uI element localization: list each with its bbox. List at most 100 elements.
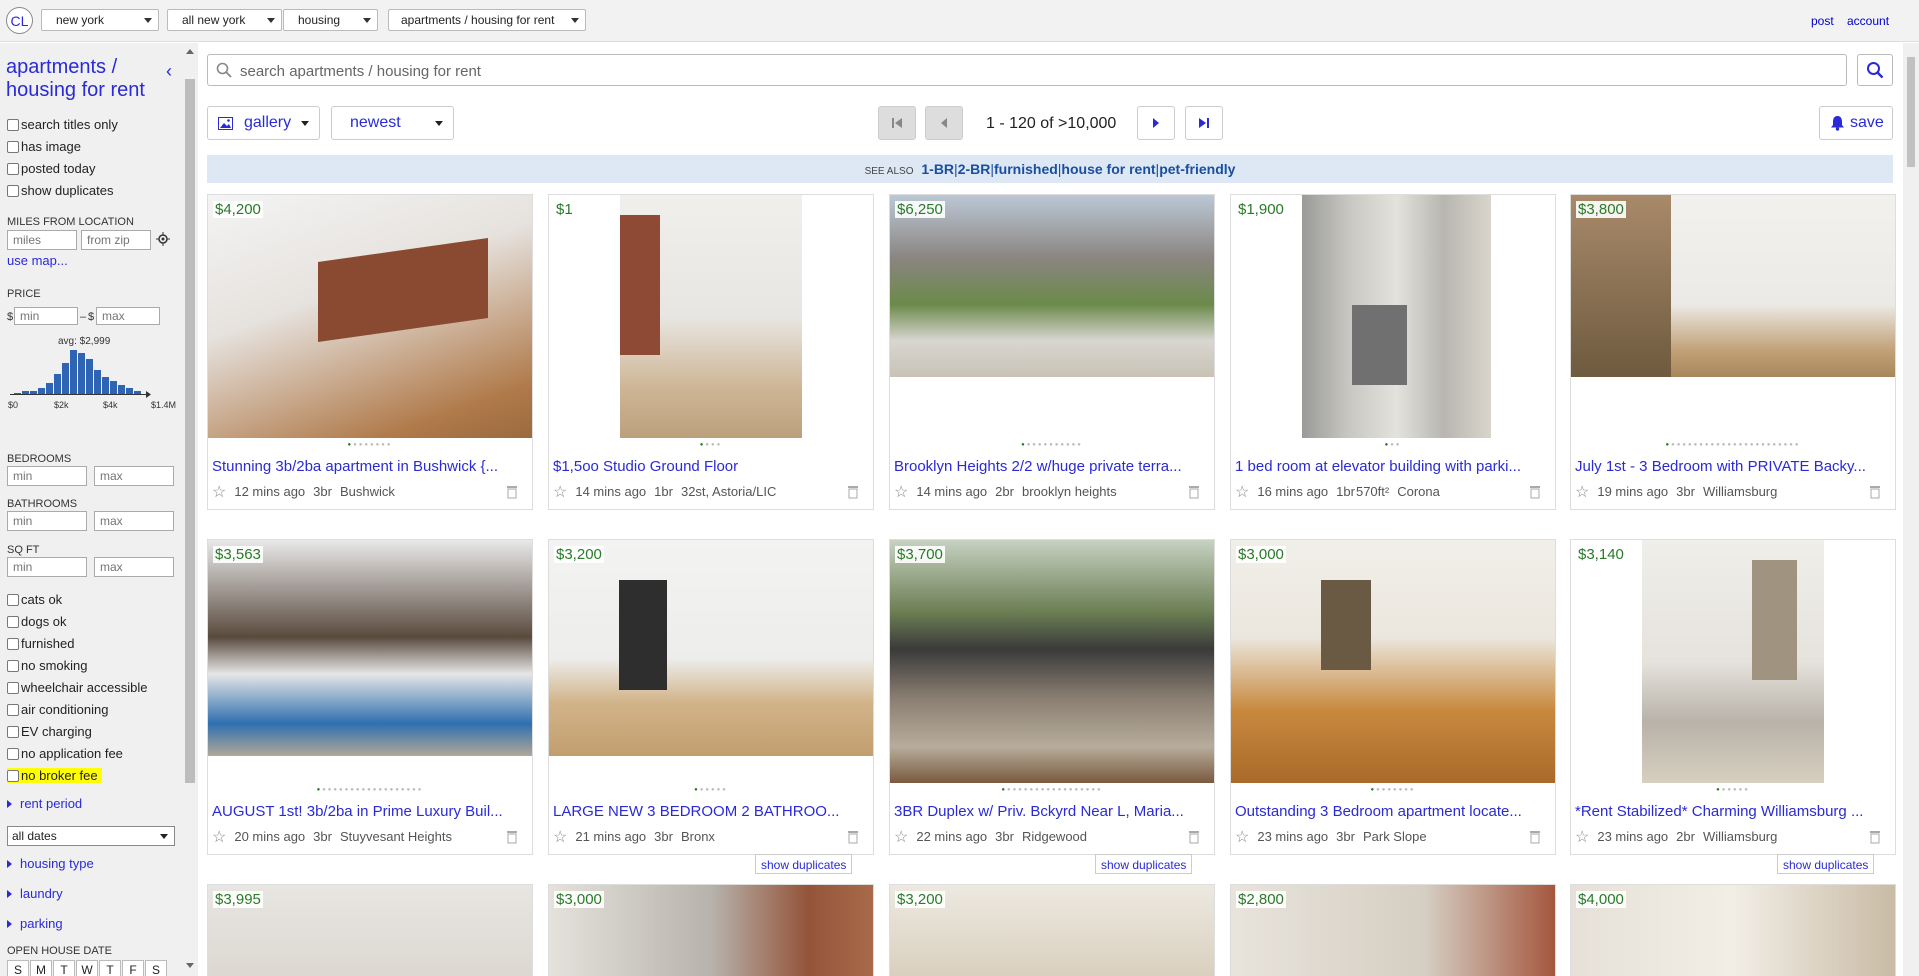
listing-card[interactable]: $3,995 (207, 884, 533, 976)
locate-icon[interactable] (156, 232, 170, 246)
show-duplicates-button[interactable]: show duplicates (755, 854, 853, 874)
rent-period-expander[interactable]: rent period (7, 796, 82, 811)
listing-title[interactable]: 3BR Duplex w/ Priv. Bckyrd Near L, Maria… (894, 803, 1210, 820)
day-friday[interactable]: F (122, 960, 144, 976)
scroll-up-icon[interactable] (186, 49, 194, 54)
subarea-select[interactable]: all new york (167, 9, 282, 31)
listing-photo[interactable] (208, 195, 532, 438)
see-also-1br-link[interactable]: 1-BR (921, 161, 954, 177)
furnished-checkbox[interactable]: furnished (7, 636, 74, 651)
bedrooms-max-input[interactable] (94, 466, 174, 486)
listing-photo[interactable] (890, 540, 1214, 783)
bathrooms-max-input[interactable] (94, 511, 174, 531)
listing-title[interactable]: AUGUST 1st! 3b/2ba in Prime Luxury Buil.… (212, 803, 528, 820)
trash-icon[interactable] (1188, 830, 1200, 844)
trash-icon[interactable] (506, 830, 518, 844)
sqft-max-input[interactable] (94, 557, 174, 577)
photo-dots[interactable]: ●●●●●●●● (1231, 787, 1555, 793)
listing-card[interactable]: $4,200 ●●●●●●●● Stunning 3b/2ba apartmen… (207, 194, 533, 510)
listing-card[interactable]: $3,140 ●●●●●● *Rent Stabilized* Charming… (1570, 539, 1896, 855)
see-also-furnished-link[interactable]: furnished (994, 161, 1058, 177)
dates-select[interactable]: all dates (7, 826, 175, 846)
listing-card[interactable]: $3,563 ●●●●●●●●●●●●●●●●●●● AUGUST 1st! 3… (207, 539, 533, 855)
parking-expander[interactable]: parking (7, 916, 63, 931)
scroll-down-icon[interactable] (186, 963, 194, 968)
trash-icon[interactable] (847, 830, 859, 844)
star-icon[interactable]: ☆ (894, 829, 908, 846)
listing-title[interactable]: 1 bed room at elevator building with par… (1235, 458, 1551, 475)
listing-photo[interactable] (1302, 195, 1491, 438)
listing-title[interactable]: *Rent Stabilized* Charming Williamsburg … (1575, 803, 1891, 820)
listing-card[interactable]: $3,200 ●●●●●● LARGE NEW 3 BEDROOM 2 BATH… (548, 539, 874, 855)
sidebar-scrollbar[interactable] (182, 43, 198, 976)
listing-card[interactable]: $6,250 ●●●●●●●●●●● Brooklyn Heights 2/2 … (889, 194, 1215, 510)
listing-card[interactable]: $3,000 (548, 884, 874, 976)
listing-photo[interactable] (549, 540, 873, 756)
star-icon[interactable]: ☆ (553, 829, 567, 846)
star-icon[interactable]: ☆ (1235, 484, 1249, 501)
photo-dots[interactable]: ●●●● (549, 442, 873, 448)
collapse-sidebar-icon[interactable]: ‹ (166, 61, 172, 82)
listing-card[interactable]: $2,800 (1230, 884, 1556, 976)
no-application-fee-checkbox[interactable]: no application fee (7, 746, 123, 761)
day-tuesday[interactable]: T (53, 960, 75, 976)
listing-card[interactable]: $3,200 (889, 884, 1215, 976)
listing-photo[interactable] (620, 195, 802, 438)
from-zip-input[interactable] (81, 230, 151, 250)
day-saturday[interactable]: S (145, 960, 167, 976)
trash-icon[interactable] (1529, 830, 1541, 844)
photo-dots[interactable]: ●●●●●● (1571, 787, 1895, 793)
listing-card[interactable]: $4,000 (1570, 884, 1896, 976)
day-thursday[interactable]: T (99, 960, 121, 976)
page-scrollbar[interactable] (1903, 43, 1919, 976)
bathrooms-min-input[interactable] (7, 511, 87, 531)
trash-icon[interactable] (506, 485, 518, 499)
sort-dropdown[interactable]: newest (331, 106, 454, 140)
price-max-input[interactable] (96, 307, 160, 325)
price-min-input[interactable] (14, 307, 78, 325)
listing-photo[interactable] (1642, 540, 1824, 783)
star-icon[interactable]: ☆ (212, 829, 226, 846)
ev-charging-checkbox[interactable]: EV charging (7, 724, 92, 739)
search-box[interactable]: search apartments / housing for rent (207, 54, 1847, 86)
photo-dots[interactable]: ●●●●●●●● (208, 442, 532, 448)
trash-icon[interactable] (847, 485, 859, 499)
cats-ok-checkbox[interactable]: cats ok (7, 592, 62, 607)
star-icon[interactable]: ☆ (894, 484, 908, 501)
star-icon[interactable]: ☆ (1575, 484, 1589, 501)
trash-icon[interactable] (1869, 830, 1881, 844)
dogs-ok-checkbox[interactable]: dogs ok (7, 614, 67, 629)
listing-title[interactable]: Outstanding 3 Bedroom apartment locate..… (1235, 803, 1551, 820)
no-broker-fee-checkbox[interactable]: no broker fee (7, 768, 102, 783)
listing-title[interactable]: LARGE NEW 3 BEDROOM 2 BATHROO... (553, 803, 869, 820)
listing-card[interactable]: $1,900 ●●● 1 bed room at elevator buildi… (1230, 194, 1556, 510)
first-page-button[interactable] (878, 106, 916, 140)
search-titles-only-checkbox[interactable]: search titles only (7, 117, 118, 132)
use-map-link[interactable]: use map... (7, 253, 68, 268)
save-search-button[interactable]: save (1819, 106, 1893, 140)
air-conditioning-checkbox[interactable]: air conditioning (7, 702, 108, 717)
previous-page-button[interactable] (925, 106, 963, 140)
search-button[interactable] (1857, 54, 1893, 86)
star-icon[interactable]: ☆ (1575, 829, 1589, 846)
trash-icon[interactable] (1869, 485, 1881, 499)
housing-type-expander[interactable]: housing type (7, 856, 94, 871)
category-select[interactable]: housing (283, 9, 378, 31)
no-smoking-checkbox[interactable]: no smoking (7, 658, 87, 673)
show-duplicates-checkbox[interactable]: show duplicates (7, 183, 114, 198)
photo-dots[interactable]: ●●●●●●●●●●●●●●●●●●●●●●●● (1571, 442, 1895, 448)
bedrooms-min-input[interactable] (7, 466, 87, 486)
see-also-2br-link[interactable]: 2-BR (958, 161, 991, 177)
photo-dots[interactable]: ●●●●●●●●●●●●●●●●●●● (208, 787, 532, 793)
view-mode-dropdown[interactable]: gallery (207, 106, 320, 140)
listing-title[interactable]: $1,5oo Studio Ground Floor (553, 458, 869, 475)
listing-photo[interactable] (890, 195, 1214, 377)
has-image-checkbox[interactable]: has image (7, 139, 81, 154)
photo-dots[interactable]: ●●●●●●●●●●● (890, 442, 1214, 448)
trash-icon[interactable] (1188, 485, 1200, 499)
listing-title[interactable]: Stunning 3b/2ba apartment in Bushwick {.… (212, 458, 528, 475)
account-link[interactable]: account (1847, 14, 1889, 28)
listing-photo[interactable] (1571, 195, 1895, 377)
next-page-button[interactable] (1137, 106, 1175, 140)
see-also-house-for-rent-link[interactable]: house for rent (1061, 161, 1155, 177)
